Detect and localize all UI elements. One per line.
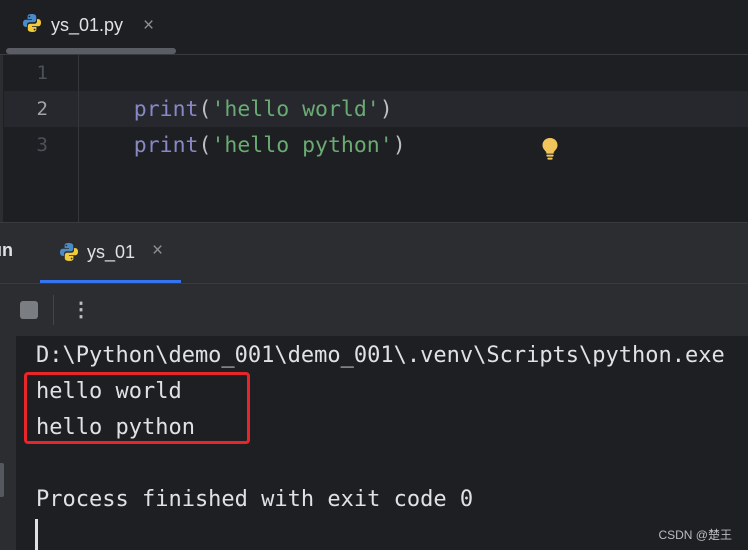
editor-tab-filename: ys_01.py xyxy=(51,14,124,35)
editor-tab-bar: ys_01.py × xyxy=(0,0,748,56)
console-scrollbar[interactable] xyxy=(0,463,4,497)
console-exit-message: Process finished with exit code 0 xyxy=(36,487,474,512)
run-toolbar: ⋮ xyxy=(0,284,748,336)
string-token: 'hello python' xyxy=(211,133,393,158)
more-options-icon[interactable]: ⋮ xyxy=(71,296,91,324)
paren-token: ) xyxy=(392,133,406,158)
line-number: 1 xyxy=(36,62,48,84)
run-tab-label: ys_01 xyxy=(87,242,136,262)
watermark: CSDN @楚王 xyxy=(658,528,732,542)
editor-file-tab[interactable]: ys_01.py × xyxy=(22,8,154,42)
stop-icon[interactable] xyxy=(20,301,38,319)
python-run-icon xyxy=(59,242,79,267)
console-command-line: D:\Python\demo_001\demo_001\.venv\Script… xyxy=(36,343,725,368)
text-caret xyxy=(35,519,38,550)
paren-token: ( xyxy=(198,133,212,158)
run-window-title: Run xyxy=(0,240,13,260)
run-config-tab[interactable]: ys_01 × xyxy=(40,223,181,283)
python-file-icon xyxy=(22,13,42,38)
console-gutter xyxy=(0,336,16,550)
toolbar-separator xyxy=(53,295,54,325)
close-run-tab-icon[interactable]: × xyxy=(152,241,163,260)
code-line[interactable]: print('hello python') xyxy=(82,92,406,200)
gutter-separator xyxy=(78,55,79,222)
close-tab-icon[interactable]: × xyxy=(143,16,154,35)
run-tool-window-header: Run ys_01 × xyxy=(0,223,748,283)
line-number: 2 xyxy=(36,98,48,120)
lightbulb-icon[interactable] xyxy=(541,137,559,166)
code-editor[interactable]: 1 2 3 print('hello world') print('hello … xyxy=(0,55,748,222)
function-token: print xyxy=(133,133,199,158)
line-number: 3 xyxy=(36,134,48,156)
run-console[interactable]: D:\Python\demo_001\demo_001\.venv\Script… xyxy=(0,336,748,550)
output-highlight-box xyxy=(24,372,250,444)
